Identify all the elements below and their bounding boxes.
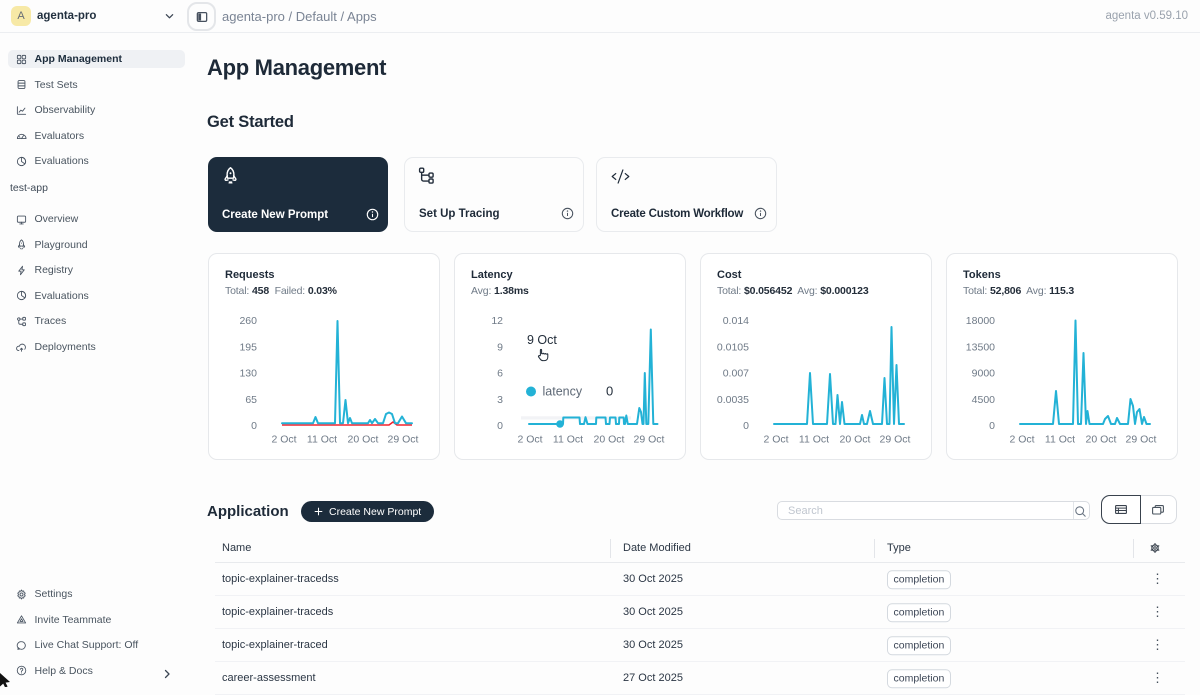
svg-text:latency: latency bbox=[543, 385, 583, 399]
svg-text:0: 0 bbox=[251, 420, 257, 432]
svg-text:11 Oct: 11 Oct bbox=[553, 434, 583, 446]
svg-text:6: 6 bbox=[497, 368, 503, 380]
svg-text:2 Oct: 2 Oct bbox=[271, 434, 296, 446]
svg-text:2 Oct: 2 Oct bbox=[1009, 434, 1034, 446]
svg-text:11 Oct: 11 Oct bbox=[799, 434, 829, 446]
svg-text:20 Oct: 20 Oct bbox=[1086, 434, 1117, 446]
svg-text:2 Oct: 2 Oct bbox=[763, 434, 788, 446]
svg-text:29 Oct: 29 Oct bbox=[880, 434, 911, 446]
svg-text:130: 130 bbox=[239, 368, 257, 380]
svg-text:29 Oct: 29 Oct bbox=[634, 434, 665, 446]
svg-text:0: 0 bbox=[606, 384, 613, 399]
svg-text:11 Oct: 11 Oct bbox=[307, 434, 337, 446]
svg-text:0: 0 bbox=[743, 420, 749, 432]
svg-text:65: 65 bbox=[245, 394, 257, 406]
svg-text:11 Oct: 11 Oct bbox=[1045, 434, 1075, 446]
svg-text:2 Oct: 2 Oct bbox=[517, 434, 542, 446]
svg-text:260: 260 bbox=[239, 315, 257, 327]
svg-text:18000: 18000 bbox=[966, 315, 995, 327]
svg-text:9000: 9000 bbox=[972, 368, 996, 380]
svg-text:195: 195 bbox=[239, 341, 257, 353]
svg-text:29 Oct: 29 Oct bbox=[1126, 434, 1157, 446]
svg-text:4500: 4500 bbox=[972, 394, 996, 406]
svg-text:20 Oct: 20 Oct bbox=[840, 434, 871, 446]
svg-text:13500: 13500 bbox=[966, 341, 995, 353]
svg-text:29 Oct: 29 Oct bbox=[388, 434, 419, 446]
svg-text:9 Oct: 9 Oct bbox=[527, 333, 557, 347]
svg-text:20 Oct: 20 Oct bbox=[594, 434, 625, 446]
svg-text:0.0035: 0.0035 bbox=[717, 394, 749, 406]
svg-text:0: 0 bbox=[989, 420, 995, 432]
svg-text:0.007: 0.007 bbox=[723, 368, 749, 380]
svg-text:0.0105: 0.0105 bbox=[717, 341, 749, 353]
svg-text:9: 9 bbox=[497, 341, 503, 353]
svg-text:0.014: 0.014 bbox=[723, 315, 749, 327]
svg-text:0: 0 bbox=[497, 420, 503, 432]
svg-text:3: 3 bbox=[497, 394, 503, 406]
svg-text:20 Oct: 20 Oct bbox=[348, 434, 379, 446]
svg-text:12: 12 bbox=[491, 315, 503, 327]
